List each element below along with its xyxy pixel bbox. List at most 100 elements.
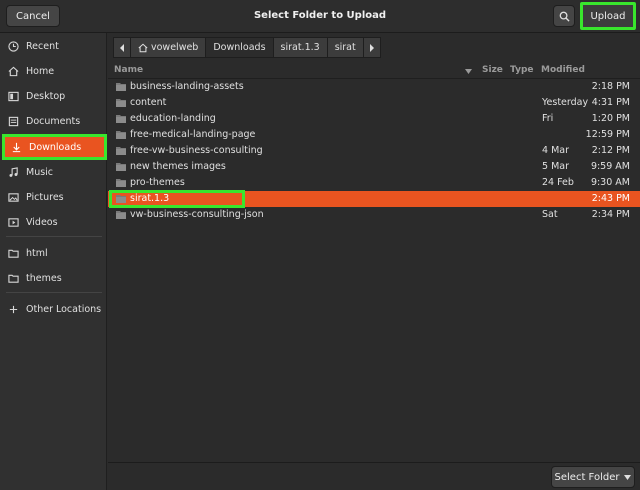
folder-icon [116, 99, 126, 107]
folder-icon [116, 147, 126, 155]
file-row[interactable]: vw-business-consulting-json Sat 2:34 PM [108, 207, 640, 223]
column-header-modified[interactable]: Modified [541, 65, 585, 75]
sidebar-item-downloads[interactable]: Downloads [2, 134, 107, 160]
file-name: pro-themes [130, 177, 185, 188]
header-bar: Cancel Select Folder to Upload Upload [0, 0, 640, 33]
file-name: free-medical-landing-page [130, 129, 256, 140]
file-time: 2:18 PM [591, 81, 630, 92]
folder-icon [6, 246, 20, 260]
sidebar-item-label: Recent [26, 40, 59, 52]
select-folder-label: Select Folder [554, 471, 620, 483]
search-icon [559, 11, 570, 22]
sidebar-item-label: Videos [26, 216, 58, 228]
file-row[interactable]: content Yesterday 4:31 PM [108, 95, 640, 111]
file-name: vw-business-consulting-json [130, 209, 264, 220]
file-name: sirat.1.3 [130, 193, 170, 204]
cancel-button[interactable]: Cancel [6, 5, 60, 27]
sidebar-item-other-locations[interactable]: Other Locations [6, 299, 102, 319]
sidebar-item-label: Pictures [26, 191, 64, 203]
file-time: 12:59 PM [585, 129, 630, 140]
plus-icon [6, 302, 20, 316]
folder-icon [6, 271, 20, 285]
path-back-button[interactable] [113, 37, 131, 58]
places-sidebar: Recent Home Desktop Documents Downloads … [0, 33, 107, 490]
upload-button[interactable]: Upload [580, 2, 636, 30]
file-list-header: Name Size Type Modified [108, 63, 640, 79]
sidebar-item-recent[interactable]: Recent [6, 36, 102, 56]
sidebar-item-label: Documents [26, 115, 81, 127]
column-header-type[interactable]: Type [510, 65, 533, 75]
file-date: 5 Mar [542, 161, 569, 172]
file-date: 24 Feb [542, 177, 574, 188]
file-row[interactable]: business-landing-assets 2:18 PM [108, 79, 640, 95]
folder-icon [116, 131, 126, 139]
chevron-left-icon [120, 43, 124, 52]
folder-icon [116, 179, 126, 187]
sidebar-item-themes[interactable]: themes [6, 268, 102, 288]
folder-icon [116, 195, 126, 203]
file-row[interactable]: education-landing Fri 1:20 PM [108, 111, 640, 127]
file-name: free-vw-business-consulting [130, 145, 263, 156]
upload-label: Upload [590, 10, 626, 22]
desktop-icon [6, 89, 20, 103]
sort-descending-icon [465, 69, 472, 74]
file-time: 9:59 AM [590, 161, 630, 172]
path-crumb-sirat[interactable]: sirat [326, 37, 364, 58]
sidebar-item-html[interactable]: html [6, 243, 102, 263]
file-row[interactable]: new themes images 5 Mar 9:59 AM [108, 159, 640, 175]
sidebar-item-label: Music [26, 166, 54, 178]
sidebar-divider [6, 292, 102, 293]
file-time: 2:43 PM [591, 193, 630, 204]
home-icon [6, 64, 20, 78]
file-date: 4 Mar [542, 145, 569, 156]
file-name: business-landing-assets [130, 81, 244, 92]
footer-divider [108, 462, 640, 463]
clock-icon [6, 39, 20, 53]
folder-icon [116, 211, 126, 219]
sidebar-item-label: themes [26, 272, 62, 284]
sidebar-divider [6, 236, 102, 237]
file-time: 9:30 AM [590, 177, 630, 188]
file-date: Sat [542, 209, 558, 220]
dialog-title: Select Folder to Upload [253, 10, 387, 21]
sidebar-item-home[interactable]: Home [6, 61, 102, 81]
documents-icon [6, 114, 20, 128]
column-header-name[interactable]: Name [114, 65, 143, 75]
videos-icon [6, 215, 20, 229]
file-name: education-landing [130, 113, 216, 124]
file-time: 4:31 PM [591, 97, 630, 108]
file-row-selected[interactable]: sirat.1.3 2:43 PM [108, 190, 640, 208]
sidebar-item-documents[interactable]: Documents [6, 111, 102, 131]
file-date: Yesterday [542, 97, 589, 108]
file-date: Fri [542, 113, 554, 124]
sidebar-item-videos[interactable]: Videos [6, 212, 102, 232]
path-forward-button[interactable] [362, 37, 381, 58]
sidebar-item-label: Other Locations [26, 303, 102, 315]
sidebar-item-desktop[interactable]: Desktop [6, 86, 102, 106]
path-crumb-home[interactable]: vowelweb [130, 37, 207, 58]
file-name: content [130, 97, 167, 108]
sidebar-item-label: Desktop [26, 90, 66, 102]
file-time: 2:12 PM [591, 145, 630, 156]
folder-icon [116, 163, 126, 171]
pictures-icon [6, 190, 20, 204]
chevron-down-icon [624, 474, 632, 480]
path-crumb-sirat-1-3[interactable]: sirat.1.3 [272, 37, 328, 58]
column-header-size[interactable]: Size [482, 65, 503, 75]
path-crumb-downloads[interactable]: Downloads [205, 37, 274, 58]
sidebar-item-label: Downloads [29, 141, 82, 153]
file-time: 2:34 PM [591, 209, 630, 220]
file-row[interactable]: free-medical-landing-page 12:59 PM [108, 127, 640, 143]
home-icon [138, 43, 148, 52]
select-folder-dropdown[interactable]: Select Folder [551, 466, 635, 488]
file-row[interactable]: free-vw-business-consulting 4 Mar 2:12 P… [108, 143, 640, 159]
file-row[interactable]: pro-themes 24 Feb 9:30 AM [108, 175, 640, 191]
file-name: new themes images [130, 161, 226, 172]
music-icon [6, 165, 20, 179]
search-button[interactable] [553, 5, 575, 27]
sidebar-item-pictures[interactable]: Pictures [6, 187, 102, 207]
file-time: 1:20 PM [591, 113, 630, 124]
chevron-right-icon [369, 43, 374, 52]
sidebar-item-music[interactable]: Music [6, 162, 102, 182]
sidebar-item-label: html [26, 247, 48, 259]
